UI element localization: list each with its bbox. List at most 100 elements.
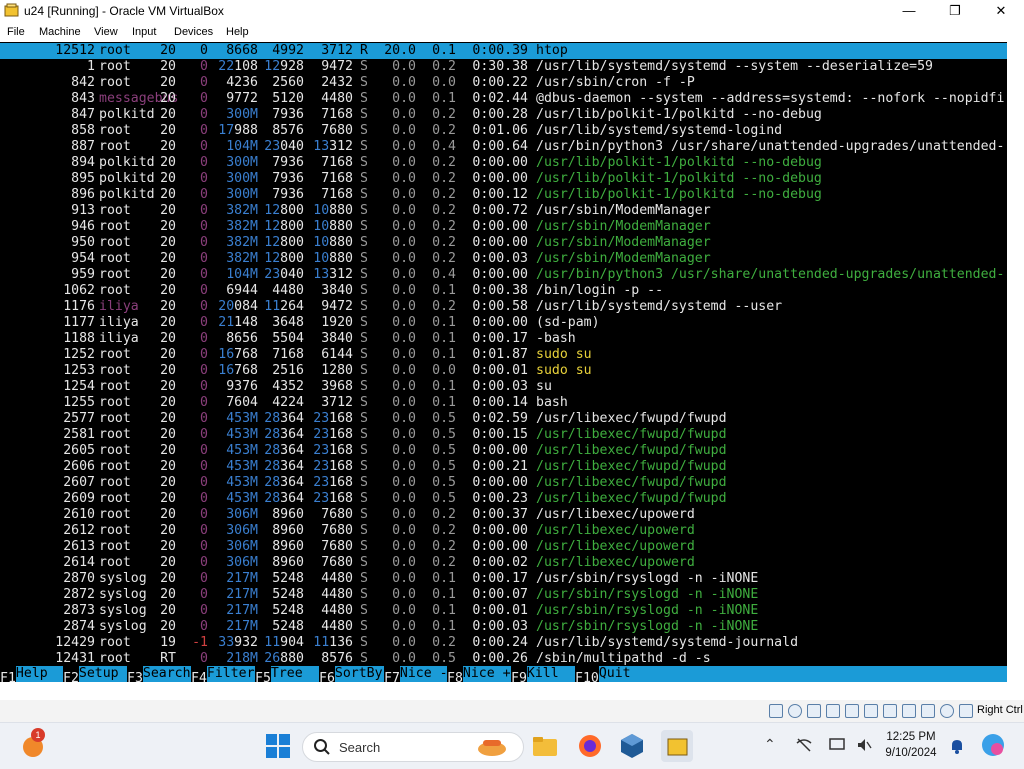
process-row[interactable]: 842 root 20 0 4236 2560 2432 S 0.0 0.0 0:00.22/usr… [0,75,1007,91]
optical-drive-icon[interactable] [788,704,802,718]
fkey-f9[interactable]: F9Kill [511,666,575,686]
priority-cell: 20 [160,395,176,410]
process-row[interactable]: 954 root 20 0 382M 12800 10880 S 0.0 0.2 0:00.03/u… [0,251,1007,267]
process-row[interactable]: 959 root 20 0 104M 23040 13312 S 0.0 0.4 0:00.00/u… [0,267,1007,283]
process-row[interactable]: 1176 iliya 20 0 20084 11264 9472 S 0.0 0.2 0:00.58… [0,299,1007,315]
process-row[interactable]: 2612 root 20 0 306M 8960 7680 S 0.0 0.2 0:00.00/us… [0,523,1007,539]
close-button[interactable]: ✕ [978,0,1024,22]
process-row[interactable]: 2606 root 20 0 453M 28364 23168 S 0.0 0.5 0:00.21/… [0,459,1007,475]
fkey-f3[interactable]: F3Search [127,666,191,686]
copilot-icon[interactable] [979,731,1007,759]
vm-window-button[interactable] [661,730,693,762]
shr-cell: 10880 [305,219,353,235]
process-row[interactable]: 2873 syslog 20 0 217M 5248 4480 S 0.0 0.1 0:00.01/… [0,603,1007,619]
process-row[interactable]: 2872 syslog 20 0 217M 5248 4480 S 0.0 0.1 0:00.07/… [0,587,1007,603]
cpu-cell: 0.0 [392,139,416,154]
mem-cell: 0.1 [432,619,456,634]
shr-cell: 4480 [321,91,353,106]
cpu-icon[interactable] [921,704,935,718]
display-icon[interactable] [883,704,897,718]
mouse-integration-icon[interactable] [959,704,973,718]
guest-additions-icon[interactable] [940,704,954,718]
process-row[interactable]: 1188 iliya 20 0 8656 5504 3840 S 0.0 0.1 0:00.17 -b… [0,331,1007,347]
process-row[interactable]: 946 root 20 0 382M 12800 10880 S 0.0 0.2 0:00.00/u… [0,219,1007,235]
process-row[interactable]: 950 root 20 0 382M 12800 10880 S 0.0 0.2 0:00.00/u… [0,235,1007,251]
process-row[interactable]: 1253 root 20 0 16768 2516 1280 S 0.0 0.0 0:00.01 su… [0,363,1007,379]
fkey-f2[interactable]: F2Setup [63,666,127,686]
network-icon[interactable] [826,704,840,718]
process-row[interactable]: 12431 root RT 0 218M 26880 8576 S 0.0 0.5 0:00.26/… [0,651,1007,666]
process-row[interactable]: 895 polkitd 20 0 300M 7936 7168 S 0.0 0.2 0:00.00/… [0,171,1007,187]
process-row[interactable]: 1252 root 20 0 16768 7168 6144 S 0.0 0.1 0:01.87 su… [0,347,1007,363]
hard-disk-icon[interactable] [769,704,783,718]
weather-widget[interactable]: 1 [18,728,50,762]
process-row[interactable]: 2607 root 20 0 453M 28364 23168 S 0.0 0.5 0:00.00/… [0,475,1007,491]
mem-cell: 0.5 [432,459,456,474]
audio-icon[interactable] [807,704,821,718]
process-row[interactable]: 1 root 20 0 22108 12928 9472 S 0.0 0.2 0:30.38/usr… [0,59,1007,75]
fkey-f1[interactable]: F1Help [0,666,63,686]
process-row[interactable]: 896 polkitd 20 0 300M 7936 7168 S 0.0 0.2 0:00.12/… [0,187,1007,203]
process-row[interactable]: 12429 root 19 -1 33932 11904 11136 S 0.0 0.2 0:00.… [0,635,1007,651]
process-row[interactable]: 1255 root 20 0 7604 4224 3712 S 0.0 0.1 0:00.14 bas… [0,395,1007,411]
process-row[interactable]: 913 root 20 0 382M 12800 10880 S 0.0 0.2 0:00.72/u… [0,203,1007,219]
process-row[interactable]: 843 messagebus 20 0 9772 5120 4480 S 0.0 0.1 0:02.… [0,91,1007,107]
chevron-up-icon[interactable]: ⌃ [764,736,776,753]
process-row[interactable]: 894 polkitd 20 0 300M 7936 7168 S 0.0 0.2 0:00.00/… [0,155,1007,171]
process-row[interactable]: 887 root 20 0 104M 23040 13312 S 0.0 0.4 0:00.64/u… [0,139,1007,155]
process-row[interactable]: 2870 syslog 20 0 217M 5248 4480 S 0.0 0.1 0:00.17/… [0,571,1007,587]
process-row[interactable]: 2605 root 20 0 453M 28364 23168 S 0.0 0.5 0:00.00/… [0,443,1007,459]
process-row[interactable]: 858 root 20 0 17988 8576 7680 S 0.0 0.2 0:01.06/us… [0,123,1007,139]
fkey-f8[interactable]: F8Nice + [447,666,511,686]
mem-cell: 0.2 [432,123,456,138]
virtualbox-manager-button[interactable] [616,730,648,762]
menu-devices[interactable]: Devices [174,26,213,38]
res-cell: 5248 [272,587,304,602]
fkey-f4[interactable]: F4Filter [191,666,255,686]
taskbar-search-box[interactable]: Search [302,732,524,762]
process-row[interactable]: 1254 root 20 0 9376 4352 3968 S 0.0 0.1 0:00.03 su [0,379,1007,395]
virt-cell-thousands: 20 [218,299,235,314]
process-row[interactable]: 2577 root 20 0 453M 28364 23168 S 0.0 0.5 0:02.59/… [0,411,1007,427]
firefox-button[interactable] [574,730,606,762]
process-row[interactable]: 1177 iliya 20 0 21148 3648 1920 S 0.0 0.1 0:00.00(… [0,315,1007,331]
virt-cell: 16768 [210,363,258,379]
process-row[interactable]: 2581 root 20 0 453M 28364 23168 S 0.0 0.5 0:00.15/… [0,427,1007,443]
res-cell: 8960 [272,539,304,554]
taskbar-clock[interactable]: 12:25 PM 9/10/2024 [878,729,944,761]
process-row[interactable]: 2874 syslog 20 0 217M 5248 4480 S 0.0 0.1 0:00.03/… [0,619,1007,635]
time-cell: 0:00.38 [472,283,528,298]
menu-view[interactable]: View [94,26,118,38]
no-network-icon[interactable] [795,736,813,754]
process-row[interactable]: 2614 root 20 0 306M 8960 7680 S 0.0 0.2 0:00.02/us… [0,555,1007,571]
minimize-button[interactable]: — [886,0,932,22]
vm-screen-htop[interactable]: 12512 root 20 0 8668 4992 3712 R 20.0 0.1 0:00.39 h… [0,42,1007,666]
menu-help[interactable]: Help [226,26,249,38]
process-row[interactable]: 12512 root 20 0 8668 4992 3712 R 20.0 0.1 0:00.39 h… [0,43,1007,59]
menu-machine[interactable]: Machine [39,26,81,38]
fkey-f7[interactable]: F7Nice - [384,666,447,686]
maximize-button[interactable]: ❐ [932,0,978,22]
priority-cell: 20 [160,59,176,74]
shared-folders-icon[interactable] [864,704,878,718]
notification-bell-icon[interactable] [949,737,965,755]
display-settings-icon[interactable] [828,736,846,754]
folder-icon [533,737,557,756]
process-row[interactable]: 2609 root 20 0 453M 28364 23168 S 0.0 0.5 0:00.23/… [0,491,1007,507]
fkey-f6[interactable]: F6SortBy [319,666,384,686]
process-row[interactable]: 847 polkitd 20 0 300M 7936 7168 S 0.0 0.2 0:00.28/… [0,107,1007,123]
process-row[interactable]: 1062 root 20 0 6944 4480 3840 S 0.0 0.1 0:00.38/bi… [0,283,1007,299]
file-explorer-button[interactable] [529,730,561,762]
menu-input[interactable]: Input [132,26,156,38]
volume-muted-icon[interactable] [855,736,873,754]
fkey-f5[interactable]: F5Tree [255,666,319,686]
fkey-f10[interactable]: F10Quit [575,666,632,686]
nice-cell: 0 [200,107,208,122]
res-cell: 28364 [258,459,304,475]
recording-icon[interactable] [902,704,916,718]
process-row[interactable]: 2610 root 20 0 306M 8960 7680 S 0.0 0.2 0:00.37/us… [0,507,1007,523]
process-row[interactable]: 2613 root 20 0 306M 8960 7680 S 0.0 0.2 0:00.00/us… [0,539,1007,555]
menu-file[interactable]: File [7,26,25,38]
usb-icon[interactable] [845,704,859,718]
start-button[interactable] [262,730,294,762]
